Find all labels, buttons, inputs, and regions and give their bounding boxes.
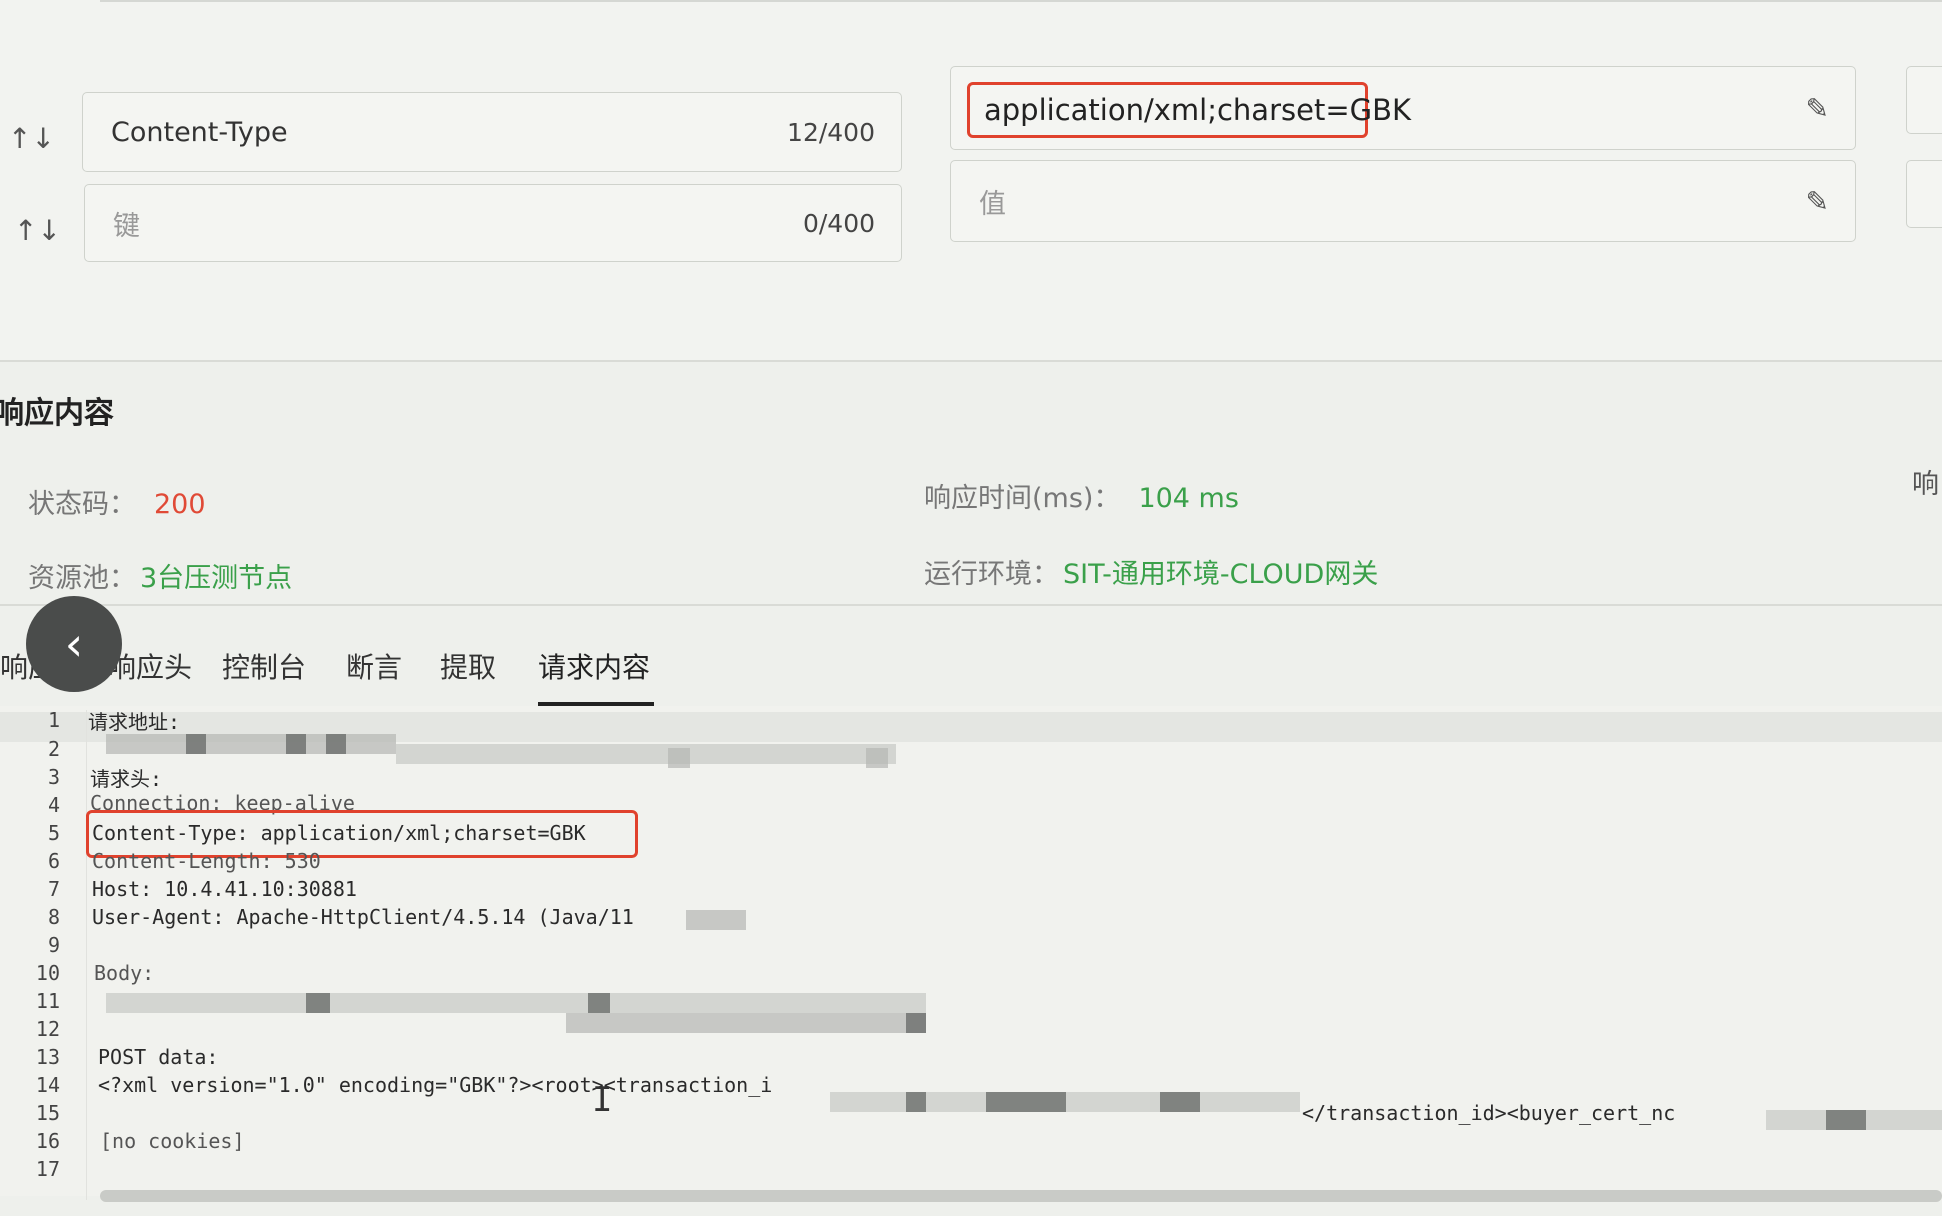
resource-pool-row: 资源池： 3台压测节点 (28, 556, 292, 595)
line-number: 8 (47, 905, 60, 929)
redacted-block (396, 744, 896, 764)
response-section-title: 响应内容 (0, 396, 114, 431)
line-number: 15 (35, 1101, 60, 1125)
line-number: 12 (35, 1017, 60, 1041)
line-number: 1 (47, 708, 60, 732)
redacted-block (326, 734, 346, 754)
row-action-stub[interactable] (1906, 66, 1942, 134)
code-line: User-Agent: Apache-HttpClient/4.5.14 (Ja… (92, 905, 634, 929)
line-number: 10 (35, 961, 60, 985)
redacted-block (106, 734, 396, 754)
line-number: 13 (35, 1045, 60, 1069)
sort-arrows-icon[interactable]: ↑↓ (14, 214, 61, 247)
line-number: 7 (47, 877, 60, 901)
row-action-stub[interactable] (1906, 160, 1942, 228)
redacted-block (306, 993, 330, 1013)
tab-console[interactable]: 控制台 (222, 646, 306, 686)
redacted-block (668, 748, 690, 768)
tab-extract[interactable]: 提取 (440, 646, 496, 686)
edit-icon[interactable]: ✎ (1806, 185, 1829, 218)
line-number: 5 (47, 821, 60, 845)
section-divider (0, 360, 1942, 362)
header-key-value: Content-Type (111, 116, 288, 148)
header-value-text: application/xml;charset=GBK (984, 93, 1411, 127)
tab-assertion[interactable]: 断言 (346, 646, 402, 686)
horizontal-scrollbar[interactable] (100, 1190, 1942, 1202)
tab-request-content[interactable]: 请求内容 (538, 646, 650, 686)
header-key-field[interactable]: Content-Type 12/400 (82, 92, 902, 172)
section-divider (0, 604, 1942, 606)
line-number: 14 (35, 1073, 60, 1097)
text-cursor-icon: I (592, 1080, 613, 1120)
line-number: 17 (35, 1157, 60, 1181)
header-value-field-empty[interactable]: 值 ✎ (950, 160, 1856, 242)
resource-pool-label: 资源池： (28, 563, 136, 594)
line-number: 3 (47, 765, 60, 789)
sort-arrows-icon[interactable]: ↑↓ (8, 122, 55, 155)
redacted-block (986, 1092, 1066, 1112)
status-code-label: 状态码： (28, 489, 136, 520)
environment-value: SIT-通用环境-CLOUD网关 (1063, 559, 1379, 590)
redacted-block (866, 748, 888, 768)
response-time-value: 104 ms (1138, 483, 1239, 514)
redacted-block (686, 910, 746, 930)
environment-label: 运行环境： (924, 559, 1059, 590)
redacted-block (906, 1013, 926, 1033)
status-code-value: 200 (154, 489, 206, 520)
code-line-xml-cont: </transaction_id><buyer_cert_nc (1302, 1101, 1676, 1125)
line-number: 16 (35, 1129, 60, 1153)
back-button[interactable]: ‹ (26, 596, 122, 692)
line-number: 6 (47, 849, 60, 873)
chevron-left-icon: ‹ (64, 617, 84, 671)
header-value-highlight: application/xml;charset=GBK (967, 82, 1411, 138)
status-code-row: 状态码： 200 (28, 482, 206, 521)
code-line: Content-Length: 530 (92, 849, 321, 873)
line-number: 9 (47, 933, 60, 957)
redacted-block (286, 734, 306, 754)
line-number: 11 (35, 989, 60, 1013)
truncated-label: 响 (1912, 469, 1939, 500)
top-divider (100, 0, 1942, 2)
redacted-block (1826, 1110, 1866, 1130)
redacted-block (906, 1092, 926, 1112)
response-time-label: 响应时间(ms)： (924, 483, 1121, 514)
code-line-xml: <?xml version="1.0" encoding="GBK"?><roo… (98, 1073, 773, 1097)
gutter-divider (86, 710, 87, 1200)
code-line: [no cookies] (100, 1129, 245, 1153)
header-key-counter: 0/400 (802, 208, 875, 238)
edit-icon[interactable]: ✎ (1806, 92, 1829, 125)
response-time-row: 响应时间(ms)： 104 ms (924, 476, 1239, 515)
redacted-block (186, 734, 206, 754)
code-line: Body: (94, 961, 155, 985)
header-key-counter: 12/400 (787, 117, 875, 147)
line-number: 4 (47, 793, 60, 817)
code-line: 请求地址: (88, 710, 181, 734)
redacted-block (1160, 1092, 1200, 1112)
code-line: POST data: (98, 1045, 219, 1069)
redacted-block (588, 993, 610, 1013)
redacted-block (566, 1013, 926, 1033)
redacted-block (106, 993, 926, 1013)
header-key-placeholder: 键 (113, 210, 140, 242)
header-key-field-empty[interactable]: 键 0/400 (84, 184, 902, 262)
code-line: 请求头: (90, 767, 163, 791)
header-value-placeholder: 值 (979, 188, 1006, 220)
line-number: 2 (47, 737, 60, 761)
code-line: Host: 10.4.41.10:30881 (92, 877, 357, 901)
environment-row: 运行环境： SIT-通用环境-CLOUD网关 (924, 552, 1378, 591)
resource-pool-value: 3台压测节点 (140, 563, 293, 594)
